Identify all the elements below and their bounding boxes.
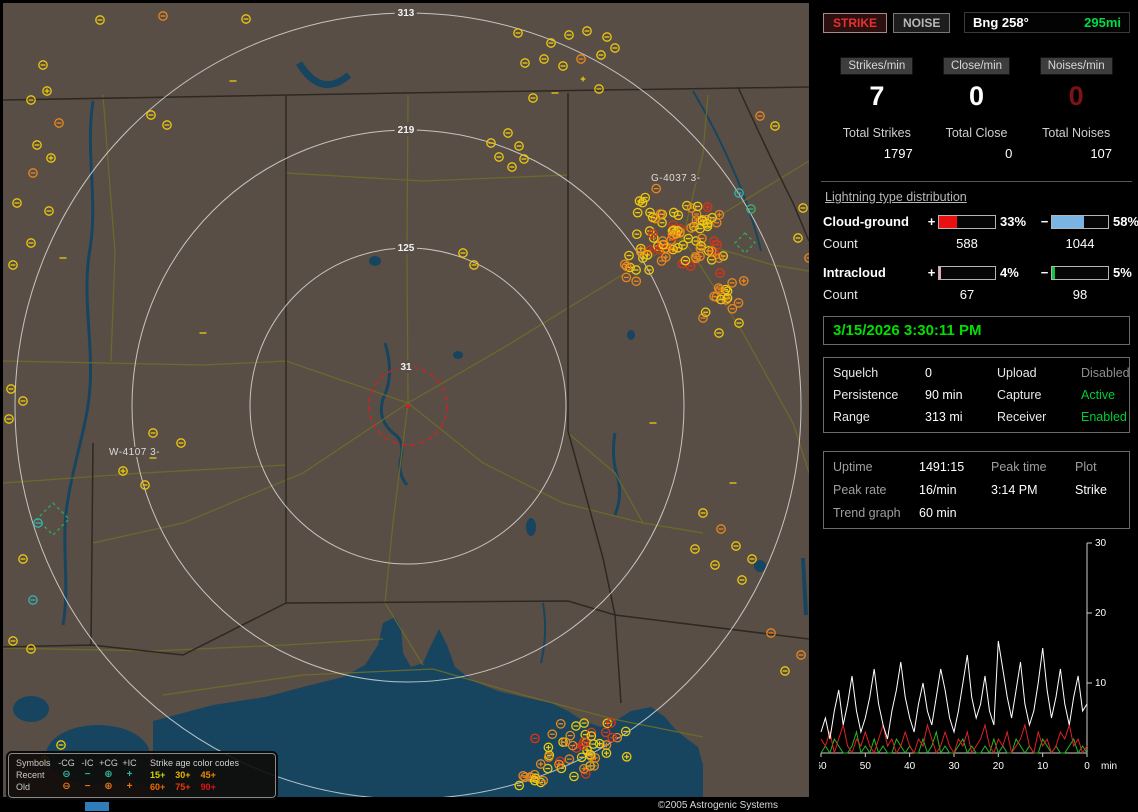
svg-text:313: 313: [398, 8, 415, 19]
noises-per-min-label: Noises/min: [1039, 57, 1113, 75]
map-legend: Symbols -CG -IC +CG +IC Strike age color…: [6, 751, 278, 800]
svg-text:10: 10: [1095, 678, 1107, 689]
total-noises: Total Noises 107: [1042, 126, 1113, 161]
distribution-heading: Lightning type distribution: [825, 190, 967, 204]
total-strikes: Total Strikes 1797: [842, 126, 913, 161]
intracloud-row: Intracloud + 4% − 5%: [823, 265, 1132, 280]
svg-text:10: 10: [1037, 761, 1049, 772]
svg-text:W-4107 3-: W-4107 3-: [109, 447, 160, 458]
legend-row: Recent ⊖ − ⊕ +15+ 30+ 45+: [16, 769, 216, 780]
cg-plus-bar: [938, 214, 996, 229]
minus-sign: −: [1040, 214, 1049, 229]
ic-minus-bar: [1051, 265, 1109, 280]
bearing-value: Bng 258°: [973, 15, 1029, 30]
svg-text:G-4037 3-: G-4037 3-: [651, 173, 701, 184]
svg-text:0: 0: [1084, 761, 1090, 772]
distribution-block: Cloud-ground + 33% − 58% Count 588 1044 …: [823, 214, 1138, 302]
trend-graph: 10 20 30 60 50 40 30 20 10 0 min: [815, 538, 1117, 772]
session-box: Uptime 1491:15 Peak time Plot Peak rate …: [823, 451, 1130, 529]
divider: [821, 181, 1132, 182]
upload-status: Disabled: [1081, 366, 1130, 380]
svg-text:219: 219: [398, 125, 415, 136]
svg-text:50: 50: [860, 761, 872, 772]
svg-text:20: 20: [993, 761, 1005, 772]
bearing-display: Bng 258° 295mi: [964, 12, 1130, 33]
noises-per-min-value: 0: [1068, 81, 1084, 111]
svg-text:60: 60: [819, 761, 827, 772]
close-per-min-label: Close/min: [942, 57, 1011, 75]
plus-sign: +: [927, 265, 936, 280]
strikes-per-min-value: 7: [869, 81, 885, 111]
intracloud-count-row: Count 67 98: [823, 287, 1088, 302]
cloud-ground-count-row: Count 588 1044: [823, 236, 1095, 251]
strikes-per-min: Strikes/min 7: [827, 57, 927, 112]
totals-row: Total Strikes 1797 Total Close 0 Total N…: [827, 126, 1126, 161]
legend-symbols-header: Symbols: [16, 758, 51, 768]
strikes-per-min-label: Strikes/min: [840, 57, 914, 75]
svg-text:30: 30: [1095, 538, 1107, 549]
datetime-display: 3/15/2026 3:30:11 PM: [823, 316, 1130, 345]
panel-toolbar: STRIKE NOISE Bng 258° 295mi: [823, 12, 1130, 33]
svg-text:30: 30: [948, 761, 960, 772]
noises-per-min: Noises/min 0: [1026, 57, 1126, 112]
trend-graph-area: 10 20 30 60 50 40 30 20 10 0 min: [815, 537, 1138, 788]
copyright-text: ©2005 Astrogenic Systems: [657, 800, 778, 811]
lightning-monitor-app: 313 219 125 31 G-4037 3- W-4107 3- Symbols -…: [0, 0, 1138, 812]
cloud-ground-row: Cloud-ground + 33% − 58%: [823, 214, 1138, 229]
taskbar-chip: [85, 802, 109, 811]
cg-minus-bar: [1051, 214, 1109, 229]
bearing-range: 295mi: [1084, 15, 1121, 30]
receiver-status: Enabled: [1081, 410, 1127, 424]
rate-boxes: Strikes/min 7 Close/min 0 Noises/min 0: [827, 57, 1126, 112]
status-box: Squelch 0 Upload Disabled Persistence 90…: [823, 357, 1130, 433]
control-panel: STRIKE NOISE Bng 258° 295mi Strikes/min …: [815, 0, 1138, 812]
close-per-min: Close/min 0: [927, 57, 1027, 112]
noise-button[interactable]: NOISE: [893, 12, 951, 33]
svg-text:40: 40: [904, 761, 916, 772]
legend-row: Old ⊖ − ⊕ +60+ 75+ 90+: [16, 781, 216, 792]
plus-sign: +: [927, 214, 936, 229]
svg-text:125: 125: [398, 243, 415, 254]
capture-status: Active: [1081, 388, 1116, 402]
legend-age-header: Strike age color codes: [150, 758, 240, 768]
strike-button[interactable]: STRIKE: [823, 12, 888, 33]
close-per-min-value: 0: [968, 81, 985, 111]
total-close: Total Close 0: [945, 126, 1013, 161]
map-area[interactable]: 313 219 125 31 G-4037 3- W-4107 3- Symbols -…: [0, 0, 812, 812]
lightning-map[interactable]: 313 219 125 31 G-4037 3- W-4107 3-: [3, 3, 809, 797]
ic-plus-bar: [938, 265, 996, 280]
svg-text:31: 31: [400, 362, 412, 373]
legend-rows: Recent ⊖ − ⊕ +15+ 30+ 45+ Old ⊖ − ⊕ +60+ 75+ 90+: [16, 769, 268, 793]
legend-header: Symbols -CG -IC +CG +IC Strike age color…: [16, 758, 240, 768]
svg-text:min: min: [1101, 761, 1117, 772]
svg-text:20: 20: [1095, 608, 1107, 619]
minus-sign: −: [1040, 265, 1049, 280]
